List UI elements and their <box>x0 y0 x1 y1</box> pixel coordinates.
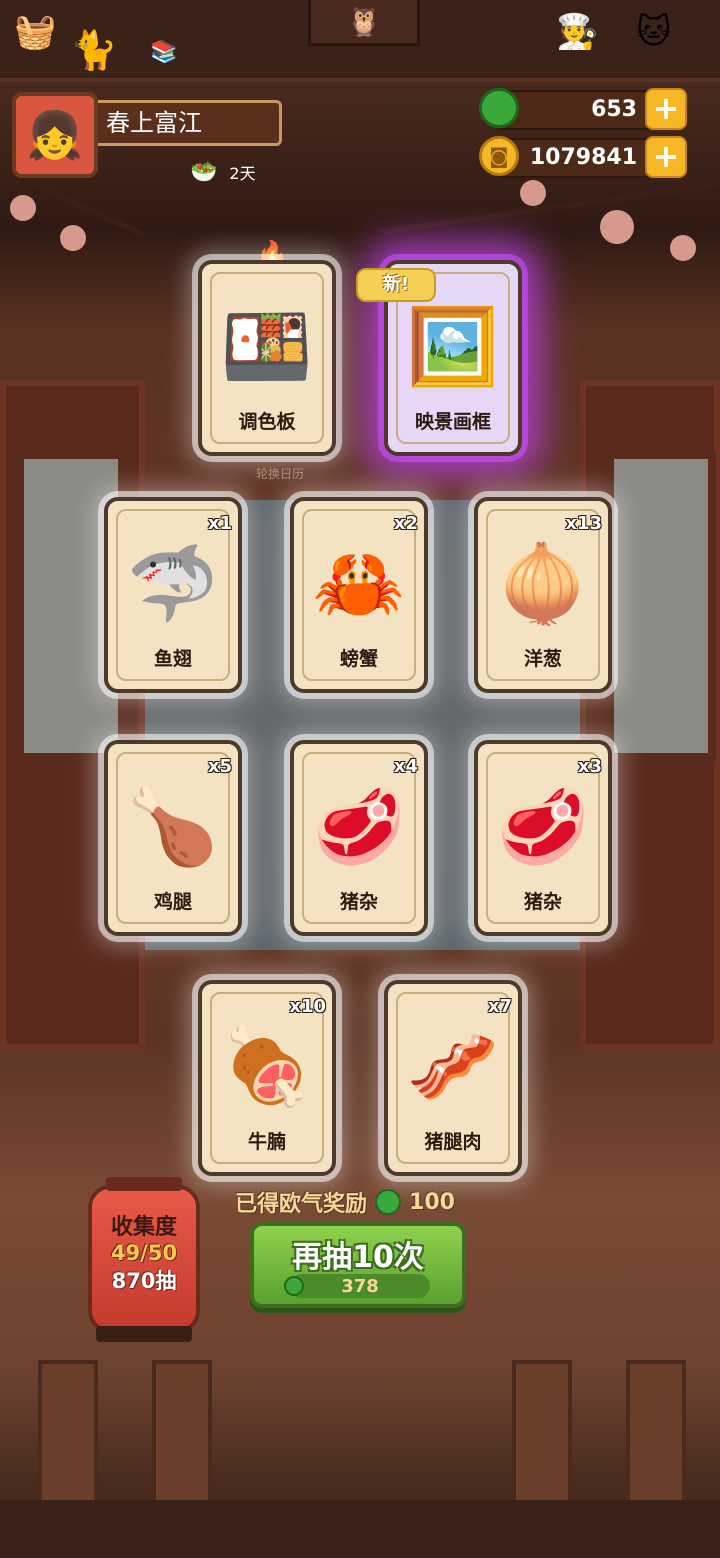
beef-brisket-icon: 🍖 <box>220 1024 314 1110</box>
card-pork-offal[interactable]: x3 🥩 猪杂 <box>474 740 612 936</box>
coin-value: 1079841 <box>529 145 637 170</box>
days-indicator[interactable]: 🥗 2天 <box>190 158 256 186</box>
pork-leg-icon: 🥓 <box>406 1024 500 1110</box>
card-drumstick[interactable]: x5 🍗 鸡腿 <box>104 740 242 936</box>
card-label: 螃蟹 <box>339 648 378 670</box>
draw-again-button[interactable]: 再抽10次 378 <box>250 1222 466 1308</box>
blossom <box>520 180 546 206</box>
draw-cost: 378 <box>284 1274 430 1298</box>
jade-currency: 653 + <box>479 88 687 130</box>
collection-draws: 870抽 <box>111 1269 177 1293</box>
add-coins-button[interactable]: + <box>645 136 687 178</box>
card-label: 猪杂 <box>523 891 562 913</box>
onion-icon: 🧅 <box>496 541 590 627</box>
card-label: 牛腩 <box>247 1131 286 1153</box>
fence-post <box>152 1360 212 1510</box>
collection-title: 收集度 <box>110 1215 177 1240</box>
add-jade-button[interactable]: + <box>645 88 687 130</box>
new-badge: 新! <box>356 268 436 302</box>
right-window-panel <box>580 380 720 1050</box>
card-label: 调色板 <box>238 411 296 433</box>
pork-offal-icon: 🥩 <box>496 784 590 870</box>
player-avatar-icon: 👧 <box>26 107 84 162</box>
card-label: 猪腿肉 <box>424 1131 482 1153</box>
jade-gem-icon <box>479 88 519 128</box>
left-window-panel <box>0 380 145 1050</box>
reward-value: 100 <box>409 1189 455 1215</box>
card-count: x3 <box>577 756 602 777</box>
card-count: x7 <box>487 996 512 1017</box>
card-count: x13 <box>565 513 602 534</box>
jade-value: 653 <box>591 97 637 122</box>
card-palette[interactable]: 🍱 调色板 <box>198 260 336 456</box>
cat-icon: 🐈 <box>70 28 118 72</box>
blossom <box>670 235 696 261</box>
card-count: x5 <box>207 756 232 777</box>
card-beef-brisket[interactable]: x10 🍖 牛腩 <box>198 980 336 1176</box>
calendar-icon: 🥗 <box>190 159 218 185</box>
draw-button-label: 再抽10次 <box>292 1240 424 1275</box>
card-count: x10 <box>289 996 326 1017</box>
card-label: 猪杂 <box>339 891 378 913</box>
collection-lantern[interactable]: 收集度 49/50 870抽 <box>88 1177 200 1333</box>
card-onion[interactable]: x13 🧅 洋葱 <box>474 497 612 693</box>
pork-offal-icon: 🥩 <box>312 784 406 870</box>
card-shark-fin[interactable]: x1 🦈 鱼翅 <box>104 497 242 693</box>
card-count: x4 <box>393 756 418 777</box>
days-label: 2天 <box>229 164 256 183</box>
card-label: 映景画框 <box>414 411 491 433</box>
card-label: 鸡腿 <box>153 891 192 913</box>
card-count: x1 <box>207 513 232 534</box>
lucky-reward: 已得欧气奖励 100 <box>235 1186 455 1218</box>
player-avatar[interactable]: 👧 <box>12 92 98 178</box>
top-shelf: 🧺 🐈 📚 🦉 🧑‍🍳 🐱 <box>0 0 720 82</box>
blossom <box>10 195 36 221</box>
collection-progress: 49/50 <box>110 1241 178 1265</box>
picture-frame-icon: 🖼️ <box>406 304 500 390</box>
fence-post <box>38 1360 98 1510</box>
gold-coin-icon: ◙ <box>479 136 519 176</box>
card-label: 洋葱 <box>523 648 562 670</box>
fence-post <box>512 1360 572 1510</box>
lucky-cat-icon: 🐱 <box>636 12 672 52</box>
card-label: 鱼翅 <box>153 648 192 670</box>
doll-icon: 🧑‍🍳 <box>556 12 599 52</box>
player-name: 春上富江 <box>98 100 282 146</box>
jade-gem-icon <box>284 1276 304 1296</box>
card-crab[interactable]: x2 🦀 螃蟹 <box>290 497 428 693</box>
coin-currency: ◙ 1079841 + <box>479 136 687 178</box>
blossom <box>600 210 634 244</box>
card-pork-offal[interactable]: x4 🥩 猪杂 <box>290 740 428 936</box>
calendar-caption: 轮换日历 <box>255 467 304 481</box>
fence-post <box>626 1360 686 1510</box>
blossom <box>60 225 86 251</box>
drumstick-icon: 🍗 <box>126 784 220 870</box>
crab-icon: 🦀 <box>312 541 406 627</box>
hanging-sign: 🦉 <box>308 0 420 46</box>
floor <box>0 1500 720 1558</box>
lantern-stand <box>96 1326 192 1342</box>
shelf-box-icon: 🧺 <box>14 12 57 52</box>
owl-icon: 🦉 <box>346 5 382 38</box>
reward-label: 已得欧气奖励 <box>235 1192 368 1217</box>
draw-cost-value: 378 <box>341 1275 379 1297</box>
jade-gem-icon <box>375 1189 402 1215</box>
palette-icon: 🍱 <box>220 304 314 390</box>
right-window <box>606 451 716 761</box>
shark-fin-icon: 🦈 <box>126 541 220 627</box>
card-count: x2 <box>393 513 418 534</box>
card-pork-leg[interactable]: x7 🥓 猪腿肉 <box>384 980 522 1176</box>
book-icon: 📚 <box>150 40 178 65</box>
